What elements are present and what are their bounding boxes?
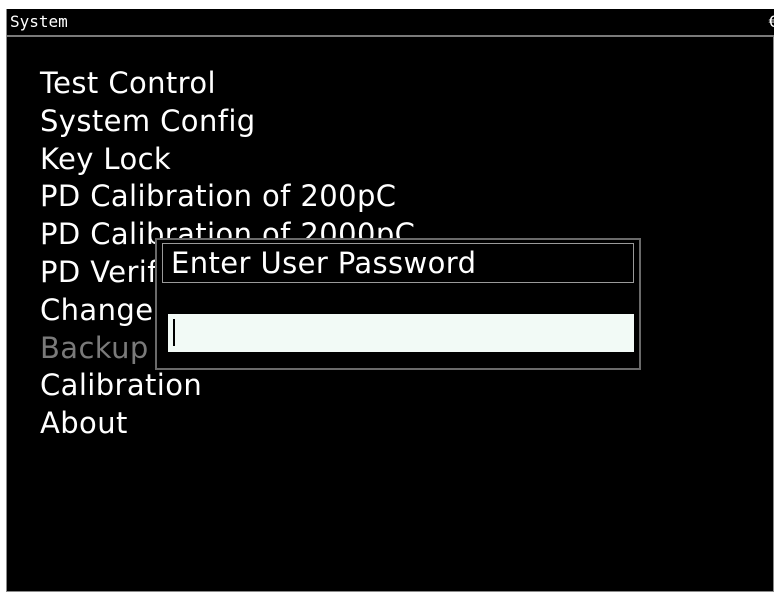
device-screen: System € Test Control System Config Key … — [0, 0, 774, 592]
title-bar: System € — [7, 9, 774, 37]
menu-item-pd-calibration-200pc[interactable]: PD Calibration of 200pC — [40, 178, 415, 216]
password-input[interactable] — [168, 314, 634, 352]
system-window: System € Test Control System Config Key … — [6, 9, 774, 592]
menu-item-key-lock[interactable]: Key Lock — [40, 141, 415, 179]
dialog-title-bar: Enter User Password — [162, 243, 634, 283]
menu-item-calibration[interactable]: Calibration — [40, 367, 415, 405]
password-dialog: Enter User Password — [155, 238, 641, 370]
menu-item-system-config[interactable]: System Config — [40, 103, 415, 141]
text-caret — [173, 319, 175, 346]
menu-item-test-control[interactable]: Test Control — [40, 65, 415, 103]
corner-status-icon: € — [768, 12, 774, 31]
menu-item-about[interactable]: About — [40, 405, 415, 443]
window-title: System — [10, 12, 68, 31]
dialog-title: Enter User Password — [171, 246, 477, 280]
